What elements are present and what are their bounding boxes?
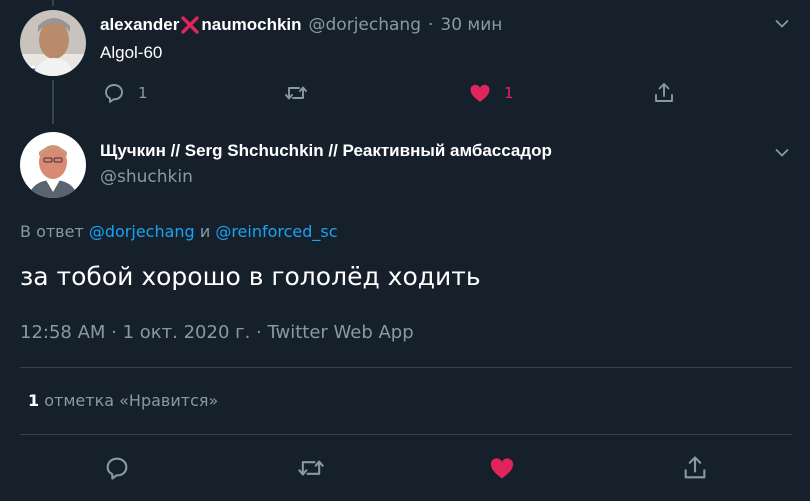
likes-summary[interactable]: 1 отметка «Нравится»: [28, 391, 218, 410]
chevron-down-icon[interactable]: [775, 143, 789, 157]
reply-icon: [103, 454, 131, 482]
like-button[interactable]: 1: [468, 80, 514, 106]
reply-context: В ответ @dorjechang и @reinforced_sc: [20, 222, 338, 241]
retweet-button[interactable]: [284, 80, 308, 106]
chevron-down-icon[interactable]: [775, 14, 789, 28]
avatar[interactable]: [20, 132, 86, 198]
retweet-button[interactable]: [297, 454, 325, 482]
thread-line-top: [52, 0, 54, 6]
divider: [20, 367, 792, 368]
author-display-name[interactable]: Щучкин // Serg Shchuchkin // Реактивный …: [100, 141, 552, 161]
separator-dot: ·: [427, 15, 434, 35]
tweet-text: за тобой хорошо в гололёд ходить: [20, 262, 481, 291]
parent-tweet-text: Algol-60: [100, 43, 163, 62]
avatar[interactable]: [20, 10, 86, 76]
thread-line-connector: [52, 80, 54, 124]
author-handle[interactable]: @shuchkin: [100, 167, 193, 187]
reply-conjunction: и: [199, 222, 211, 241]
reply-prefix: В ответ: [20, 222, 84, 241]
retweet-icon: [284, 81, 308, 105]
share-button[interactable]: [681, 454, 709, 482]
parent-tweet-header: alexander naumochkin @dorjechang · 30 ми…: [100, 12, 502, 38]
reply-icon: [102, 81, 126, 105]
reply-count: 1: [138, 84, 148, 102]
reply-mention-link[interactable]: @dorjechang: [89, 222, 195, 241]
heart-icon: [468, 81, 492, 105]
reply-mention-link[interactable]: @reinforced_sc: [215, 222, 337, 241]
share-icon: [652, 81, 676, 105]
retweet-icon: [297, 454, 325, 482]
likes-count: 1: [28, 391, 40, 410]
cross-mark-icon: [180, 15, 200, 35]
likes-label: отметка «Нравится»: [44, 391, 219, 410]
heart-icon: [488, 454, 516, 482]
parent-tweet-time[interactable]: 30 мин: [440, 15, 502, 35]
reply-button[interactable]: 1: [102, 80, 148, 106]
share-button[interactable]: [652, 80, 676, 106]
like-count: 1: [504, 84, 514, 102]
parent-author-handle[interactable]: @dorjechang: [309, 15, 421, 35]
tweet-timestamp[interactable]: 12:58 AM · 1 окт. 2020 г. · Twitter Web …: [20, 322, 414, 343]
tweet-actions: [0, 454, 810, 482]
divider: [20, 434, 792, 435]
parent-tweet-actions: 1 1: [100, 80, 700, 106]
share-icon: [681, 454, 709, 482]
reply-button[interactable]: [103, 454, 131, 482]
parent-author-name[interactable]: alexander naumochkin: [100, 15, 302, 35]
like-button[interactable]: [488, 454, 516, 482]
